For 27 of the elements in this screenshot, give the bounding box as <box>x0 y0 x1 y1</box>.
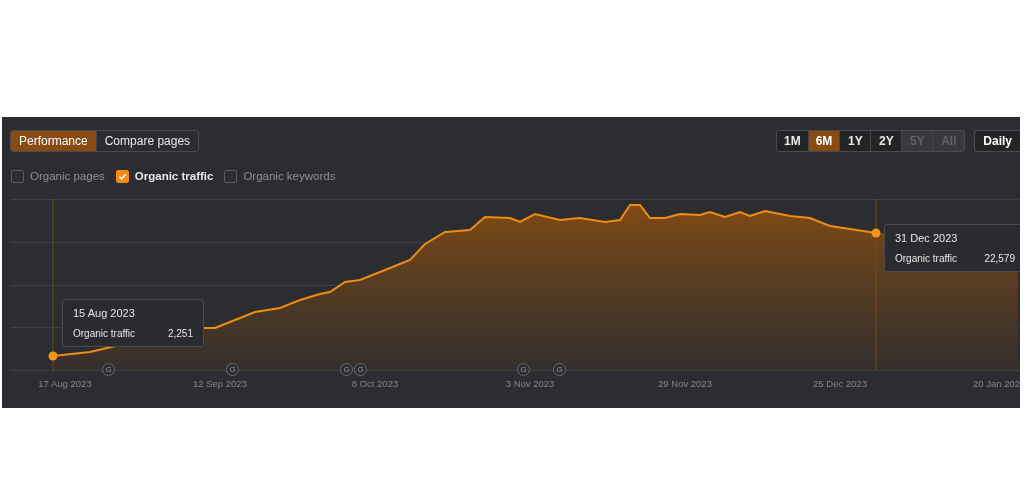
axis-label: 20 Jan 202 <box>972 378 1020 389</box>
tooltip-value: 22,579 <box>984 253 1015 264</box>
axis-label: 12 Sep 2023 <box>192 378 248 389</box>
axis-label: 17 Aug 2023 <box>37 378 93 389</box>
tooltip-date: 15 Aug 2023 <box>73 307 136 319</box>
checkbox[interactable] <box>11 169 24 183</box>
view-tab[interactable]: Performance <box>11 131 97 151</box>
tooltip-metric: Organic traffic <box>895 253 958 264</box>
point-marker <box>48 351 58 361</box>
axis-label: 8 Oct 2023 <box>350 378 400 389</box>
checkbox[interactable] <box>115 169 129 183</box>
metric-label: Organic pages <box>30 170 105 182</box>
range-button[interactable]: 1Y <box>840 131 872 151</box>
axis-label: 25 Dec 2023 <box>812 378 868 389</box>
range-button[interactable]: 1M <box>776 131 809 151</box>
axis-label: 29 Nov 2023 <box>657 378 713 389</box>
tooltip-metric: Organic traffic <box>73 328 136 339</box>
interval-dropdown[interactable]: Daily <box>974 130 1020 152</box>
metric-label: Organic traffic <box>134 170 214 182</box>
range-button[interactable]: 6M <box>808 131 841 151</box>
tooltip-date: 31 Dec 2023 <box>895 232 959 244</box>
point-marker <box>871 228 881 238</box>
metric-label: Organic keywords <box>243 170 336 182</box>
axis-label: 3 Nov 2023 <box>504 378 556 389</box>
tooltip-value: 2,251 <box>167 328 193 339</box>
range-button[interactable]: 2Y <box>871 131 903 151</box>
checkbox[interactable] <box>224 169 238 183</box>
